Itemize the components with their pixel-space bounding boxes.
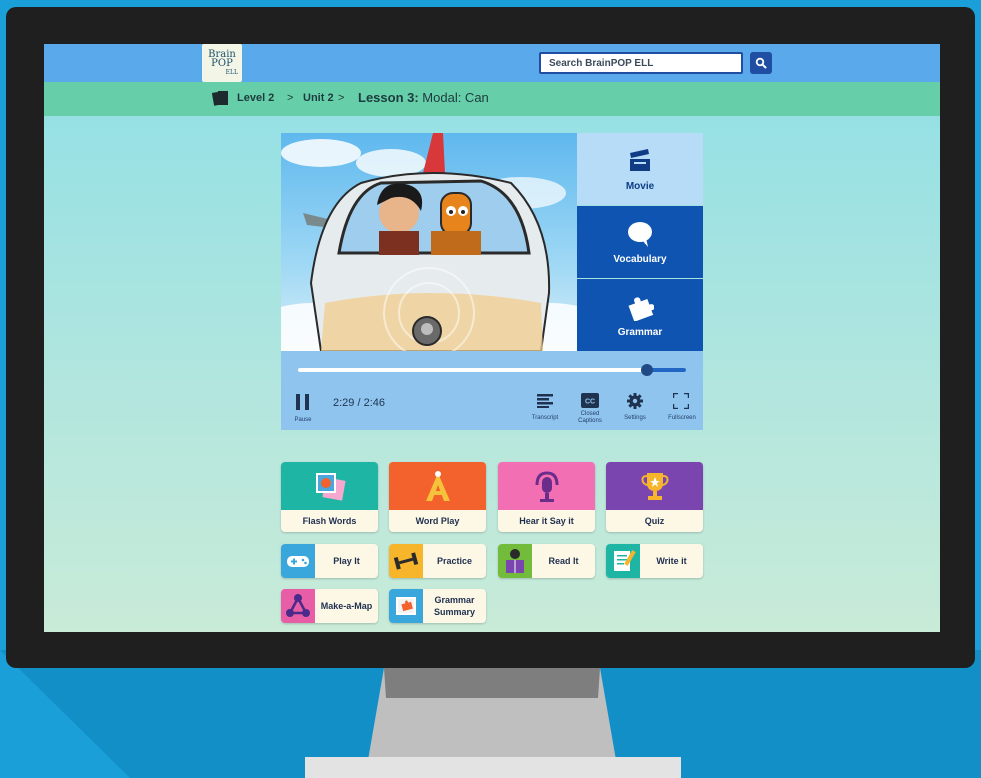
tile-label: Read It <box>548 556 579 566</box>
closed-captions-icon[interactable]: CC <box>581 393 599 408</box>
activity-make-a-map[interactable]: Make-a-Map <box>281 589 378 623</box>
video-player: Movie Vocabulary Grammar Pause 2:29 / 2:… <box>281 133 703 430</box>
trophy-icon <box>641 473 669 500</box>
tab-movie[interactable]: Movie <box>577 133 703 205</box>
tile-label: Flash Words <box>302 516 357 526</box>
tile-icon-box <box>498 544 532 578</box>
notepad-pencil-icon <box>614 550 636 571</box>
lesson-name: Modal: Can <box>418 90 489 105</box>
activity-flash-words[interactable]: Flash Words <box>281 462 378 532</box>
breadcrumb-unit[interactable]: Unit 2 <box>303 92 334 104</box>
activity-word-play[interactable]: Word Play <box>389 462 486 532</box>
top-bar: Brain POP ELL Search BrainPOP ELL <box>44 44 940 82</box>
tile-label: Word Play <box>415 516 460 526</box>
activity-hear-it-say-it[interactable]: Hear it Say it <box>498 462 595 532</box>
tile-label: Practice <box>436 556 473 566</box>
fullscreen-label: Fullscreen <box>668 415 696 421</box>
grammar-card-icon <box>396 597 416 615</box>
settings-gear-icon[interactable] <box>627 393 643 409</box>
breadcrumb-level[interactable]: Level 2 <box>237 92 274 104</box>
tile-header <box>281 462 378 510</box>
activity-grammar-summary[interactable]: Grammar Summary <box>389 589 486 623</box>
brainpop-logo[interactable]: Brain POP ELL <box>202 44 242 82</box>
progress-knob[interactable] <box>641 364 654 376</box>
microphone-icon <box>535 471 559 502</box>
transcript-label: Transcript <box>531 415 559 421</box>
settings-label: Settings <box>624 415 646 421</box>
search-button[interactable] <box>750 52 772 74</box>
time-display: 2:29 / 2:46 <box>333 397 385 409</box>
search-input[interactable]: Search BrainPOP ELL <box>539 52 743 74</box>
fullscreen-icon[interactable] <box>673 393 689 409</box>
cc-label-line: Captions <box>578 418 602 424</box>
closed-captions-label: Closed Captions <box>571 411 609 425</box>
tile-icon-box <box>606 544 640 578</box>
logo-text: POP <box>211 57 233 69</box>
monitor-base <box>305 757 681 778</box>
tile-header <box>389 462 486 510</box>
tile-header <box>606 462 703 510</box>
video-frame[interactable] <box>281 133 577 351</box>
video-scene-image <box>281 133 577 351</box>
transcript-icon[interactable] <box>537 394 553 408</box>
letter-a-icon <box>426 471 450 501</box>
level-cards-icon <box>212 91 228 106</box>
tile-icon-box <box>389 589 423 623</box>
screen: Brain POP ELL Search BrainPOP ELL Level … <box>44 44 940 632</box>
search-icon <box>755 57 767 69</box>
tab-label: Vocabulary <box>613 254 667 265</box>
tab-vocabulary[interactable]: Vocabulary <box>577 206 703 278</box>
tile-label: Grammar Summary <box>423 589 486 623</box>
monitor-stand-shadow <box>384 668 600 698</box>
reading-person-icon <box>506 549 524 573</box>
svg-text:CC: CC <box>585 399 595 406</box>
tile-icon-box <box>281 544 315 578</box>
tile-label: Quiz <box>644 516 665 526</box>
activity-quiz[interactable]: Quiz <box>606 462 703 532</box>
puzzle-icon <box>628 297 654 321</box>
concept-map-icon <box>286 594 310 617</box>
breadcrumb: Level 2 > Unit 2 > Lesson 3: Modal: Can <box>44 82 940 116</box>
player-side-panel: Movie Vocabulary Grammar <box>577 133 703 351</box>
logo-text: ELL <box>225 68 238 76</box>
tile-label: Make-a-Map <box>320 601 373 611</box>
progress-bar[interactable] <box>298 364 686 376</box>
tile-icon-box <box>281 589 315 623</box>
pause-label: Pause <box>294 417 312 423</box>
player-controls: Pause 2:29 / 2:46 Transcript CC Closed Ca… <box>281 351 703 430</box>
clapperboard-icon <box>630 149 650 171</box>
tile-header <box>498 462 595 510</box>
speech-bubble-icon <box>628 222 652 247</box>
tile-icon-box <box>389 544 423 578</box>
flash-cards-icon <box>316 473 346 501</box>
activity-read-it[interactable]: Read It <box>498 544 595 578</box>
page-title: Lesson 3: Modal: Can <box>358 90 489 105</box>
tile-label: Play It <box>333 556 360 566</box>
dumbbell-icon <box>393 552 419 570</box>
tile-label-line: Grammar <box>434 595 475 605</box>
tab-grammar[interactable]: Grammar <box>577 279 703 351</box>
breadcrumb-separator: > <box>338 92 345 104</box>
activity-practice[interactable]: Practice <box>389 544 486 578</box>
tile-label-line: Summary <box>433 607 476 617</box>
tab-label: Movie <box>625 181 655 192</box>
cc-label-line: Closed <box>580 411 600 417</box>
activity-play-it[interactable]: Play It <box>281 544 378 578</box>
gamepad-icon <box>287 556 309 567</box>
lesson-number: Lesson 3: <box>358 90 419 105</box>
tab-label: Grammar <box>617 327 663 338</box>
tile-label: Hear it Say it <box>519 516 574 526</box>
breadcrumb-separator: > <box>287 92 294 104</box>
tile-label: Write it <box>656 556 687 566</box>
pause-icon[interactable] <box>296 394 310 410</box>
activity-write-it[interactable]: Write it <box>606 544 703 578</box>
